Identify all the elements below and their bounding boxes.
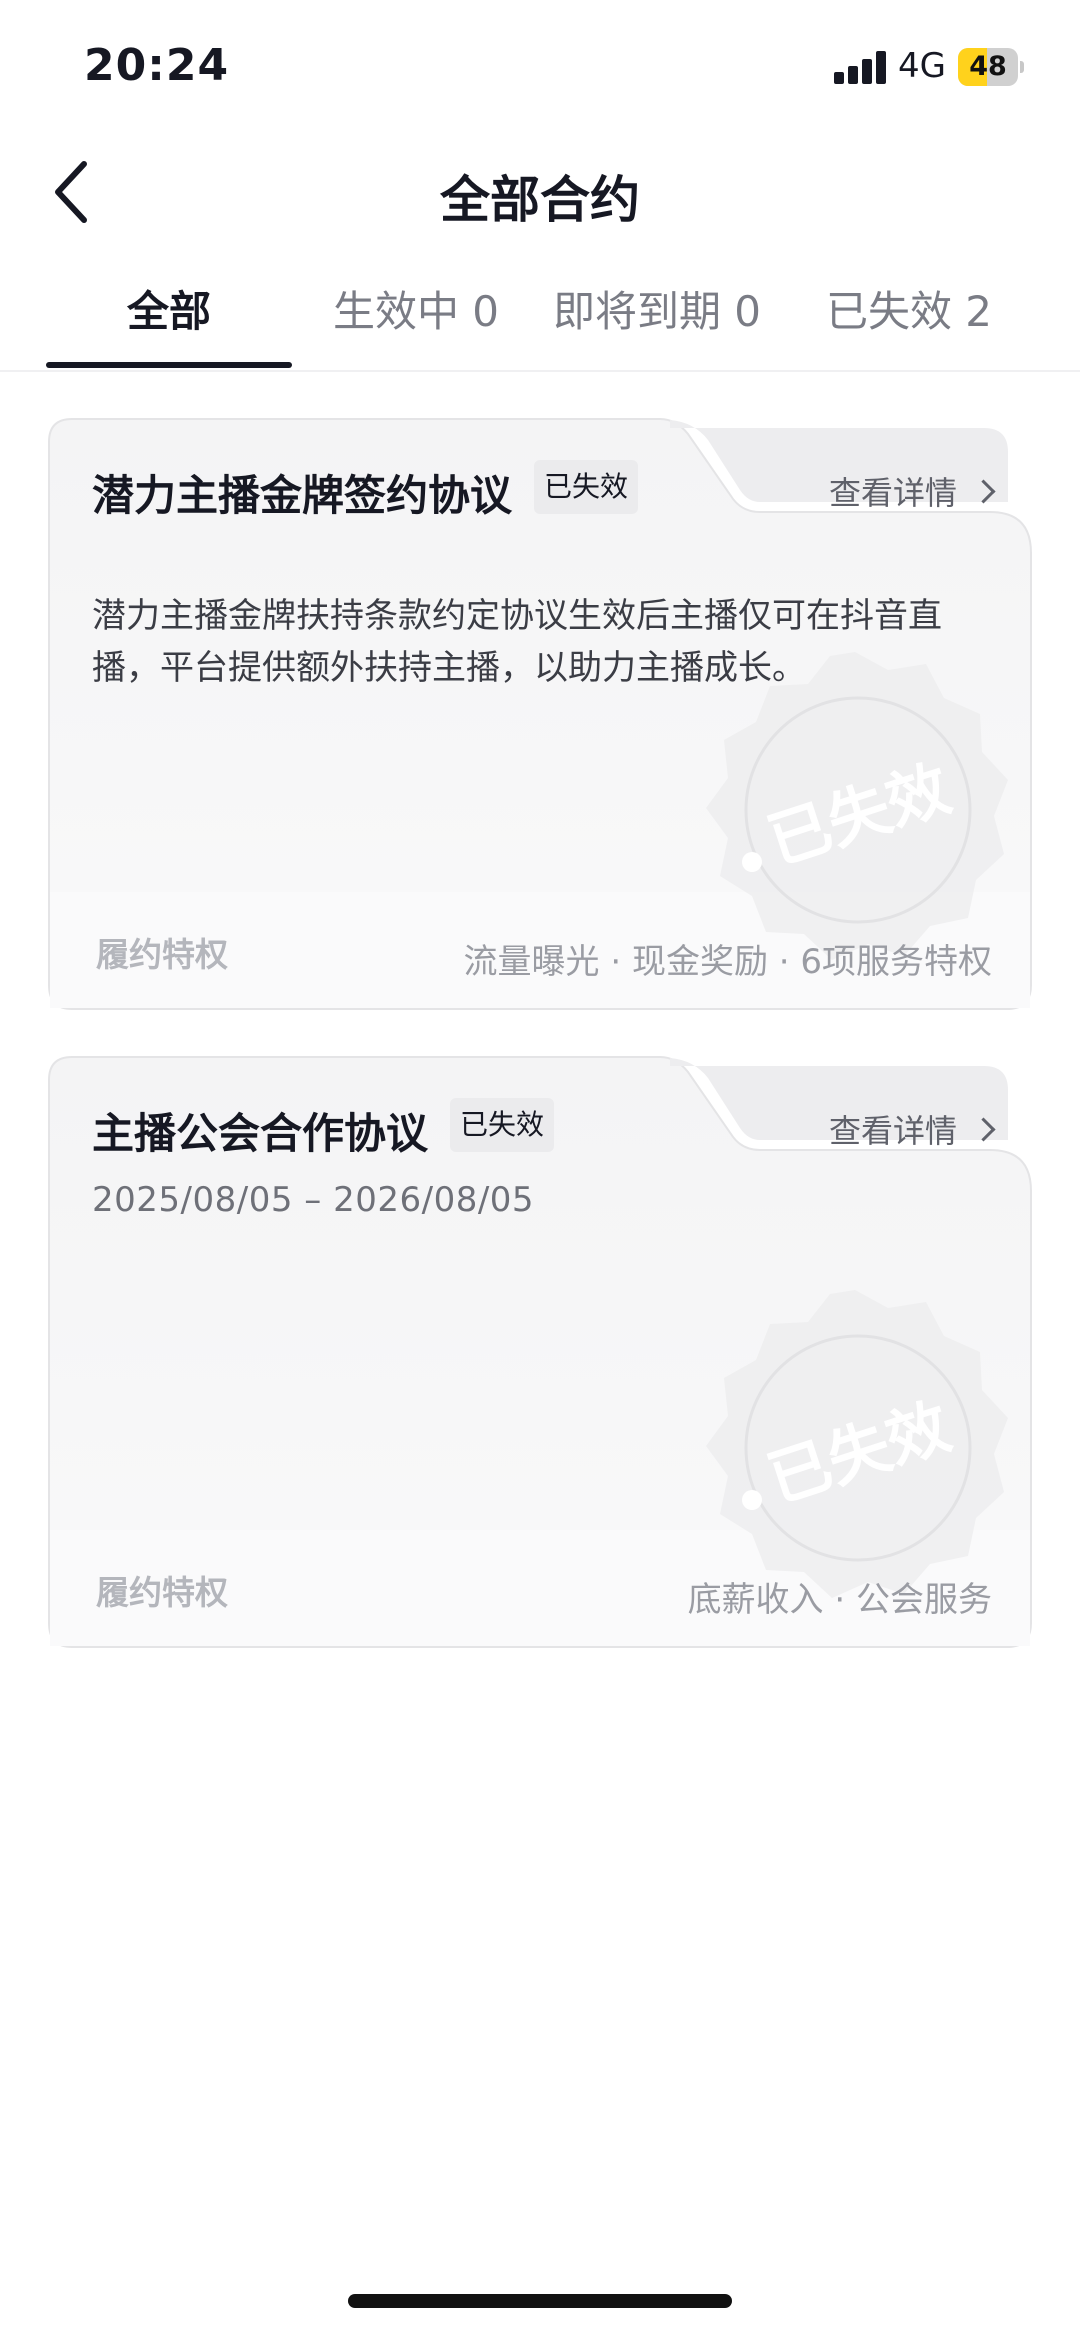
expired-stamp-icon: 已失效 [706, 1290, 1008, 1598]
status-badge: 已失效 [534, 460, 639, 514]
view-details-link[interactable]: 查看详情 [828, 468, 996, 514]
tab-expired[interactable]: 已失效 2 [814, 270, 1004, 368]
perks-label: 履约特权 [96, 935, 228, 974]
perks-label: 履约特权 [96, 1573, 228, 1612]
tab-active[interactable]: 生效中 0 [316, 270, 516, 368]
contract-title: 潜力主播金牌签约协议 [92, 471, 513, 520]
tab-label: 即将到期 0 [552, 287, 762, 336]
cellular-signal-icon [834, 50, 886, 84]
contract-dates: 2025/08/05 – 2026/08/05 [92, 1180, 535, 1220]
page-title: 全部合约 [440, 171, 640, 229]
chevron-right-icon [971, 479, 996, 504]
view-details-link[interactable]: 查看详情 [828, 1106, 996, 1152]
status-badge: 已失效 [450, 1098, 555, 1152]
tab-indicator [46, 362, 292, 368]
perks-list: 流量曝光 · 现金奖励 · 6项服务特权 [463, 942, 992, 982]
network-type: 4G [898, 46, 946, 86]
perks-list: 底薪收入 · 公会服务 [687, 1580, 992, 1620]
tab-label: 生效中 0 [332, 287, 500, 336]
view-details-label: 查看详情 [828, 1112, 957, 1150]
expired-stamp-icon: 已失效 [706, 652, 1008, 960]
battery-icon: 48 [958, 48, 1024, 86]
contract-card[interactable]: 主播公会合作协议 已失效 查看详情 2025/08/05 – 2026/08/0… [48, 1056, 1032, 1648]
nav-bar: 全部合约 [0, 130, 1080, 260]
tab-label: 全部 [126, 287, 211, 336]
tab-expiring[interactable]: 即将到期 0 [546, 270, 768, 368]
tab-bar: 全部 生效中 0 即将到期 0 已失效 2 [0, 270, 1080, 372]
view-details-label: 查看详情 [828, 474, 957, 512]
tab-all[interactable]: 全部 [46, 270, 292, 368]
home-indicator[interactable] [348, 2294, 732, 2308]
contract-card[interactable]: 潜力主播金牌签约协议 已失效 查看详情 潜力主播金牌扶持条款约定协议生效后主播仅… [48, 418, 1032, 1010]
chevron-right-icon [971, 1117, 996, 1142]
contract-title: 主播公会合作协议 [92, 1109, 429, 1158]
status-bar: 20:24 4G 48 [0, 0, 1080, 130]
battery-percent: 48 [969, 51, 1007, 82]
tab-label: 已失效 2 [825, 287, 993, 336]
status-time: 20:24 [84, 40, 230, 91]
